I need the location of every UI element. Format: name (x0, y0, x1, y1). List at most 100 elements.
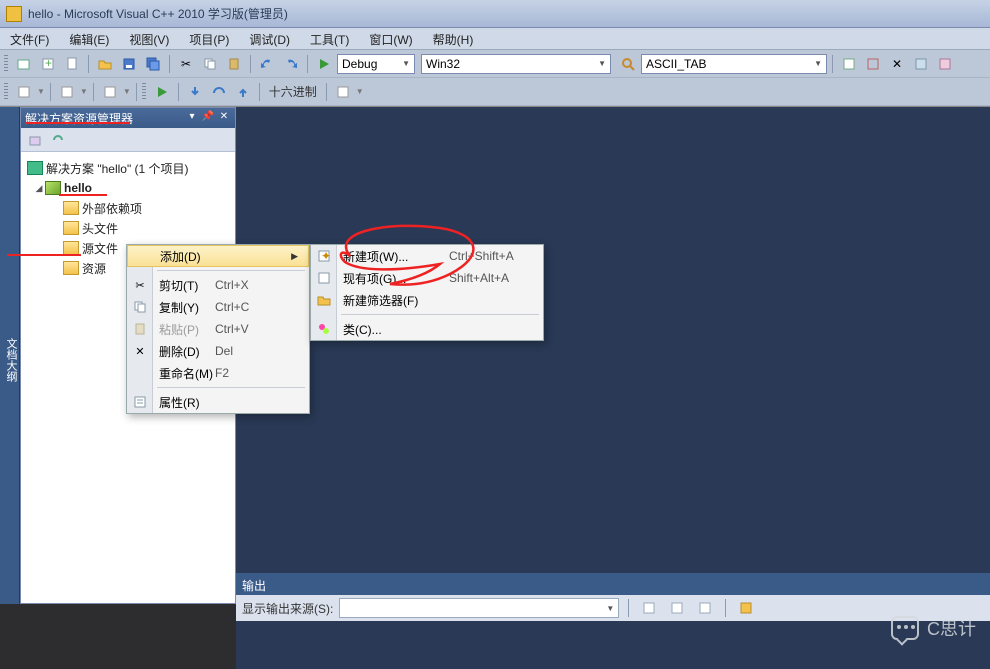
ctx-cut[interactable]: ✂ 剪切(T) Ctrl+X (127, 274, 309, 296)
sub-class[interactable]: 类(C)... (311, 318, 543, 340)
folder-label: 头文件 (82, 220, 118, 237)
tree-project-node[interactable]: ◢ hello (25, 178, 231, 198)
tool-icon-2[interactable] (862, 53, 884, 75)
ctx-paste: 粘贴(P) Ctrl+V (127, 318, 309, 340)
tree-solution-node[interactable]: 解决方案 "hello" (1 个项目) (25, 158, 231, 178)
solution-explorer-toolbar (21, 128, 235, 152)
existing-item-icon (316, 270, 332, 286)
toolbar-grip[interactable] (4, 83, 8, 101)
menu-view[interactable]: 视图(V) (119, 28, 179, 49)
menu-help[interactable]: 帮助(H) (423, 28, 484, 49)
ctx-cut-accel: Ctrl+X (215, 278, 299, 292)
platform-combo[interactable]: Win32▼ (421, 54, 611, 74)
sub-new-item-accel: Ctrl+Shift+A (449, 249, 533, 263)
sub-new-item-label: 新建项(W)... (343, 248, 449, 265)
process-combo-icon[interactable] (13, 81, 35, 103)
ctx-copy-accel: Ctrl+C (215, 300, 299, 314)
hex-label[interactable]: 十六进制 (265, 83, 321, 100)
context-submenu-add: ✦ 新建项(W)... Ctrl+Shift+A 现有项(G)... Shift… (310, 244, 544, 341)
output-source-combo[interactable]: ▼ (339, 598, 619, 618)
ctx-rename[interactable]: 重命名(M) F2 (127, 362, 309, 384)
sub-existing-item-accel: Shift+Alt+A (449, 271, 533, 285)
search-combo[interactable]: ASCII_TAB▼ (641, 54, 827, 74)
add-item-icon[interactable]: + (37, 53, 59, 75)
toolbar-grip[interactable] (142, 83, 146, 101)
thread-combo-icon[interactable] (56, 81, 78, 103)
menu-edit[interactable]: 编辑(E) (59, 28, 119, 49)
svg-text:+: + (45, 57, 52, 70)
save-icon[interactable] (118, 53, 140, 75)
expand-icon[interactable]: ◢ (33, 183, 45, 194)
paste-icon[interactable] (223, 53, 245, 75)
tool-icon-4[interactable] (910, 53, 932, 75)
sub-existing-item-label: 现有项(G)... (343, 270, 449, 287)
toolbar-grip[interactable] (4, 55, 8, 73)
class-icon (316, 321, 332, 337)
output-btn-2[interactable] (666, 597, 688, 619)
editor-area (236, 107, 990, 604)
copy-icon (132, 299, 148, 315)
panel-pin-icon[interactable]: 📌 (201, 111, 215, 125)
panel-dropdown-icon[interactable]: ▾ (185, 111, 199, 125)
tool-icon-3[interactable]: ✕ (886, 53, 908, 75)
ctx-rename-accel: F2 (215, 366, 299, 380)
step-into-icon[interactable] (184, 81, 206, 103)
app-icon (6, 6, 22, 22)
menu-window[interactable]: 窗口(W) (359, 28, 422, 49)
debug-window-icon[interactable] (332, 81, 354, 103)
output-body (236, 621, 990, 669)
cut-icon[interactable]: ✂ (175, 53, 197, 75)
new-project-icon[interactable] (13, 53, 35, 75)
open-icon[interactable] (94, 53, 116, 75)
output-btn-4[interactable] (735, 597, 757, 619)
title-bar: hello - Microsoft Visual C++ 2010 学习版(管理… (0, 0, 990, 28)
home-icon[interactable] (25, 130, 45, 150)
filter-icon (316, 292, 332, 308)
step-out-icon[interactable] (232, 81, 254, 103)
menu-tools[interactable]: 工具(T) (300, 28, 359, 49)
separator (628, 599, 629, 617)
side-tab-document-outline[interactable]: 文档大纲 (0, 107, 20, 604)
refresh-icon[interactable] (48, 130, 68, 150)
sub-new-filter[interactable]: 新建筛选器(F) (311, 289, 543, 311)
separator (259, 83, 260, 101)
ctx-delete-accel: Del (215, 344, 299, 358)
output-btn-3[interactable] (694, 597, 716, 619)
stackframe-icon[interactable] (99, 81, 121, 103)
run-icon[interactable] (151, 81, 173, 103)
menu-file[interactable]: 文件(F) (0, 28, 59, 49)
find-icon[interactable] (617, 53, 639, 75)
config-combo[interactable]: Debug▼ (337, 54, 415, 74)
tool-icon-5[interactable] (934, 53, 956, 75)
step-over-icon[interactable] (208, 81, 230, 103)
ctx-copy[interactable]: 复制(Y) Ctrl+C (127, 296, 309, 318)
tool-icon-1[interactable] (838, 53, 860, 75)
undo-icon[interactable] (256, 53, 278, 75)
ctx-delete[interactable]: ✕ 删除(D) Del (127, 340, 309, 362)
platform-combo-value: Win32 (426, 57, 460, 71)
ctx-add[interactable]: 添加(D) ▶ (127, 245, 309, 267)
separator (725, 599, 726, 617)
watermark-text: C思计 (927, 615, 976, 641)
ctx-copy-label: 复制(Y) (159, 299, 215, 316)
folder-icon (63, 241, 79, 255)
tree-folder-headers[interactable]: 头文件 (25, 218, 231, 238)
search-combo-value: ASCII_TAB (646, 57, 706, 71)
tree-folder-external[interactable]: 外部依赖项 (25, 198, 231, 218)
folder-icon (63, 261, 79, 275)
sub-new-item[interactable]: ✦ 新建项(W)... Ctrl+Shift+A (311, 245, 543, 267)
output-btn-1[interactable] (638, 597, 660, 619)
new-file-icon[interactable] (61, 53, 83, 75)
start-debug-icon[interactable] (313, 53, 335, 75)
redo-icon[interactable] (280, 53, 302, 75)
sub-existing-item[interactable]: 现有项(G)... Shift+Alt+A (311, 267, 543, 289)
panel-close-icon[interactable]: ✕ (217, 111, 231, 125)
ctx-properties[interactable]: 属性(R) (127, 391, 309, 413)
solution-label: 解决方案 "hello" (1 个项目) (46, 160, 189, 177)
cut-icon: ✂ (132, 277, 148, 293)
output-show-label: 显示输出来源(S): (242, 600, 333, 617)
menu-project[interactable]: 项目(P) (179, 28, 239, 49)
save-all-icon[interactable] (142, 53, 164, 75)
copy-icon[interactable] (199, 53, 221, 75)
menu-debug[interactable]: 调试(D) (239, 28, 300, 49)
